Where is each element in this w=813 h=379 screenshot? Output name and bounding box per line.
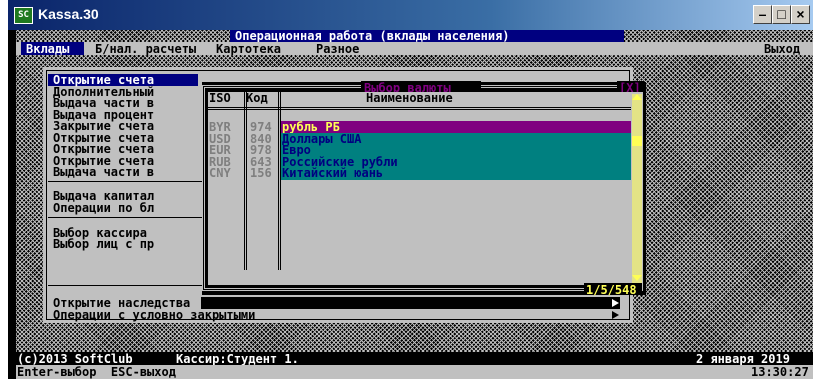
maximize-button[interactable]: □ <box>772 5 791 24</box>
screen-title: Операционная работа (вклады населения) <box>235 30 510 43</box>
menu-item[interactable]: Выбор лиц с пр <box>53 238 154 250</box>
title-bar: SC Kassa.30 – □ × <box>8 0 813 30</box>
app-icon: SC <box>14 7 33 24</box>
submenu-arrow-icon <box>612 311 619 319</box>
column-divider <box>280 92 281 270</box>
currency-name[interactable]: Китайский юань <box>282 167 383 179</box>
header-separator <box>208 109 631 110</box>
scrollbar-track[interactable] <box>632 94 642 283</box>
scrollbar-thumb[interactable] <box>632 136 642 146</box>
submenu-arrow-icon <box>612 299 619 307</box>
column-header-iso[interactable]: ISO <box>209 92 231 104</box>
scroll-down-icon[interactable] <box>632 275 642 281</box>
currency-code[interactable]: 156 <box>250 167 272 179</box>
close-button[interactable]: × <box>791 5 810 24</box>
minimize-button[interactable]: – <box>753 5 772 24</box>
hotkeys-hint: Enter-выбор ESC-выход <box>17 365 176 379</box>
menu-item-conditionally-closed[interactable]: Операции с условно закрытыми <box>53 309 255 321</box>
menu-vklady[interactable]: Вклады <box>26 43 69 55</box>
menu-exit[interactable]: Выход <box>764 43 800 55</box>
console-screen: Операционная работа (вклады населения) В… <box>16 30 813 379</box>
menu-kartoteka[interactable]: Картотека <box>216 43 281 55</box>
current-time: 13:30:27 <box>751 365 809 379</box>
menu-beznal[interactable]: Б/нал. расчеты <box>95 43 196 55</box>
record-position: 1/5/548 <box>586 283 637 297</box>
column-header-code[interactable]: Код <box>246 92 268 104</box>
menu-raznoe[interactable]: Разное <box>316 43 359 55</box>
column-divider <box>244 92 245 270</box>
menu-separator <box>48 181 208 182</box>
current-date: 2 января 2019 <box>696 352 790 366</box>
column-divider <box>278 92 279 270</box>
menu-item[interactable]: Выдача части в <box>53 166 154 178</box>
status-bar <box>16 352 813 365</box>
menu-item[interactable]: Операции по бл <box>53 202 154 214</box>
column-header-name[interactable]: Наименование <box>366 92 453 104</box>
app-window: SC Kassa.30 – □ × Операционная работа (в… <box>8 0 813 379</box>
cashier-name: Кассир:Студент 1. <box>176 352 299 366</box>
column-divider <box>246 92 247 270</box>
copyright-text: (c)2013 SoftClub <box>17 352 133 366</box>
submenu-dark-band <box>201 297 620 309</box>
currency-iso[interactable]: CNY <box>209 167 231 179</box>
scroll-up-icon[interactable] <box>632 94 642 100</box>
menu-separator <box>48 217 208 218</box>
window-title: Kassa.30 <box>38 6 99 22</box>
header-separator <box>208 107 631 108</box>
